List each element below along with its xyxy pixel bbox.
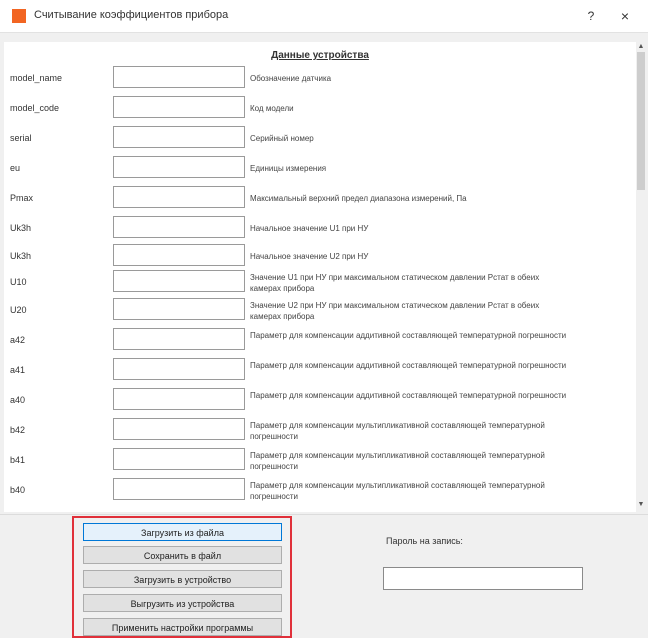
param-description: Параметр для компенсации мультипликативн… (250, 481, 545, 501)
param-name: a41 (10, 365, 26, 375)
app-icon (12, 9, 26, 23)
param-row: a41 Параметр для компенсации аддитивной … (4, 358, 636, 384)
param-input-pmax[interactable] (113, 186, 245, 208)
param-row: eu Единицы измерения (4, 156, 636, 182)
param-input-uk3h-1[interactable] (113, 216, 245, 238)
param-name: U10 (10, 277, 27, 287)
param-description: Единицы измерения (250, 164, 327, 173)
param-description: Параметр для компенсации аддитивной сост… (250, 331, 567, 340)
close-button[interactable]: × (612, 5, 638, 27)
param-input-b41[interactable] (113, 448, 245, 470)
device-data-panel: Данные устройства model_name Обозначение… (4, 42, 636, 512)
param-description: Параметр для компенсации мультипликативн… (250, 421, 545, 441)
param-name: b40 (10, 485, 26, 495)
param-row: a42 Параметр для компенсации аддитивной … (4, 328, 636, 354)
param-description: Параметр для компенсации аддитивной сост… (250, 361, 567, 370)
divider (0, 514, 648, 515)
param-row: serial Серийный номер (4, 126, 636, 152)
param-description: Серийный номер (250, 134, 314, 143)
param-description: Максимальный верхний предел диапазона из… (250, 194, 467, 203)
param-row: model_code Код модели (4, 96, 636, 122)
param-input-model-code[interactable] (113, 96, 245, 118)
param-input-eu[interactable] (113, 156, 245, 178)
scroll-down-icon[interactable]: ▼ (636, 500, 646, 510)
param-input-b42[interactable] (113, 418, 245, 440)
param-row: a40 Параметр для компенсации аддитивной … (4, 388, 636, 414)
param-name: U20 (10, 305, 27, 315)
param-name: a42 (10, 335, 26, 345)
file-actions-group: Загрузить из файла Сохранить в файл Загр… (72, 516, 292, 638)
param-name: a40 (10, 395, 26, 405)
param-name: model_code (10, 103, 60, 113)
load-to-device-button[interactable]: Загрузить в устройство (83, 570, 282, 588)
param-row: Uk3h Начальное значение U2 при НУ (4, 244, 636, 270)
param-description: Начальное значение U2 при НУ (250, 252, 369, 261)
param-description: Начальное значение U1 при НУ (250, 224, 369, 233)
param-row: Pmax Максимальный верхний предел диапазо… (4, 186, 636, 212)
param-input-a41[interactable] (113, 358, 245, 380)
param-description: Обозначение датчика (250, 74, 332, 83)
password-label: Пароль на запись: (386, 536, 463, 546)
param-row: model_name Обозначение датчика (4, 66, 636, 92)
param-row: b41 Параметр для компенсации мультиплика… (4, 448, 636, 474)
param-row: b40 Параметр для компенсации мультиплика… (4, 478, 636, 504)
param-name: Pmax (10, 193, 34, 203)
param-name: Uk3h (10, 251, 32, 261)
param-name: b41 (10, 455, 26, 465)
param-input-a42[interactable] (113, 328, 245, 350)
vertical-scrollbar[interactable]: ▲ ▼ (636, 42, 646, 512)
param-input-u10[interactable] (113, 270, 245, 292)
help-button[interactable]: ? (580, 5, 602, 27)
param-description: Значение U2 при НУ при максимальном стат… (250, 301, 540, 321)
param-description: Код модели (250, 104, 294, 113)
param-row: b42 Параметр для компенсации мультиплика… (4, 418, 636, 444)
param-input-b40[interactable] (113, 478, 245, 500)
dialog-window: Считывание коэффициентов прибора ? × Дан… (0, 0, 648, 638)
param-input-u20[interactable] (113, 298, 245, 320)
load-from-file-button[interactable]: Загрузить из файла (83, 523, 282, 541)
param-description: Параметр для компенсации аддитивной сост… (250, 391, 567, 400)
param-input-serial[interactable] (113, 126, 245, 148)
param-row: U10 Значение U1 при НУ при максимальном … (4, 270, 636, 296)
param-name: eu (10, 163, 21, 173)
param-row: U20 Значение U2 при НУ при максимальном … (4, 298, 636, 324)
param-name: b42 (10, 425, 26, 435)
password-input[interactable] (383, 567, 583, 590)
scroll-thumb[interactable] (637, 52, 645, 190)
title-bar: Считывание коэффициентов прибора ? × (0, 0, 648, 33)
param-input-model-name[interactable] (113, 66, 245, 88)
param-input-uk3h-2[interactable] (113, 244, 245, 266)
param-input-a40[interactable] (113, 388, 245, 410)
param-name: serial (10, 133, 32, 143)
param-name: Uk3h (10, 223, 32, 233)
scroll-up-icon[interactable]: ▲ (636, 42, 646, 52)
unload-from-device-button[interactable]: Выгрузить из устройства (83, 594, 282, 612)
param-row: Uk3h Начальное значение U1 при НУ (4, 216, 636, 242)
param-name: model_name (10, 73, 63, 83)
save-to-file-button[interactable]: Сохранить в файл (83, 546, 282, 564)
apply-settings-button[interactable]: Применить настройки программы (83, 618, 282, 636)
param-description: Значение U1 при НУ при максимальном стат… (250, 273, 540, 293)
section-title: Данные устройства (271, 50, 369, 61)
param-description: Параметр для компенсации мультипликативн… (250, 451, 545, 471)
window-title: Считывание коэффициентов прибора (34, 9, 229, 21)
